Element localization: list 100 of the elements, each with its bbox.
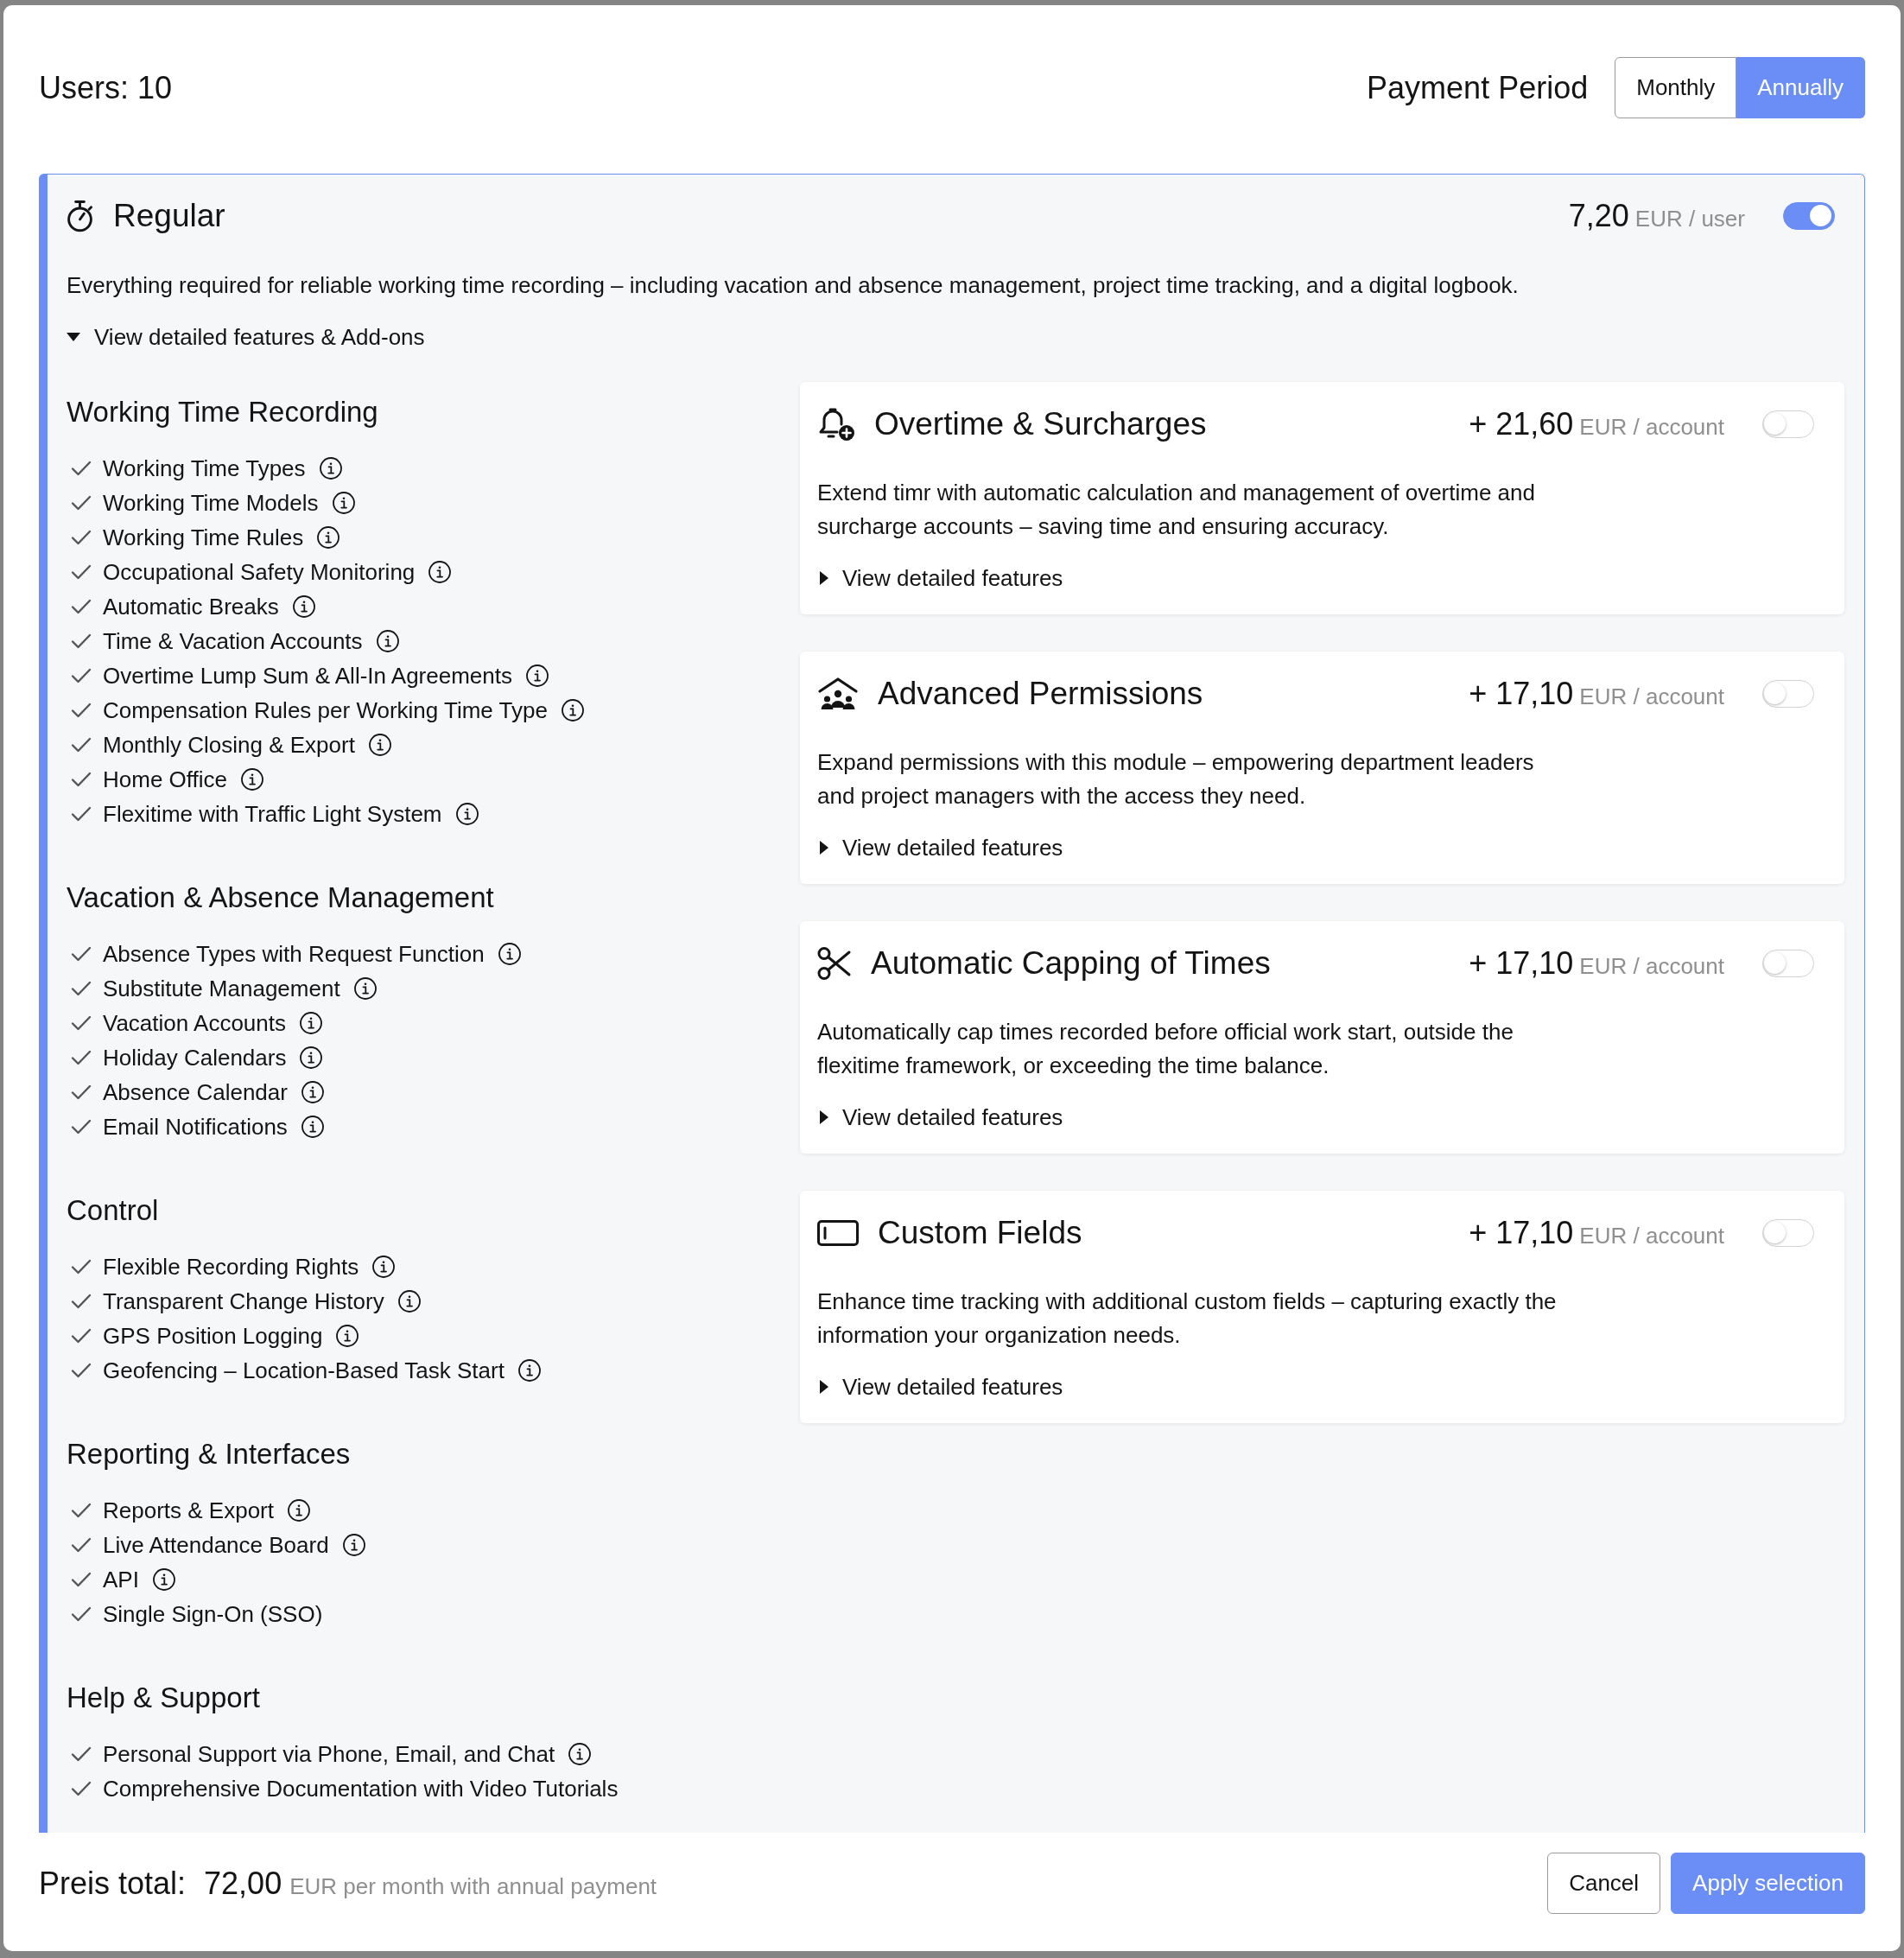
check-icon bbox=[71, 1537, 92, 1553]
info-icon[interactable] bbox=[517, 1359, 541, 1382]
check-icon bbox=[71, 530, 92, 545]
addon-title: Custom Fields bbox=[878, 1214, 1082, 1252]
feature-text: Monthly Closing & Export bbox=[103, 731, 355, 760]
check-icon bbox=[71, 461, 92, 476]
details-link[interactable]: View detailed features bbox=[817, 832, 1063, 863]
feature-text: Occupational Safety Monitoring bbox=[103, 558, 416, 587]
addon-description: Automatically cap times recorded before official work start, outside the flexitime framework, or exceeding the time balance. bbox=[817, 1018, 1514, 1080]
check-icon bbox=[71, 1294, 92, 1309]
feature-text: Flexitime with Traffic Light System bbox=[103, 800, 442, 829]
feature-text: Geofencing – Location-Based Task Start bbox=[103, 1357, 505, 1385]
feature-text: Overtime Lump Sum & All-In Agreements bbox=[103, 662, 512, 690]
info-icon[interactable] bbox=[152, 1568, 175, 1591]
check-icon bbox=[71, 1015, 92, 1031]
info-icon[interactable] bbox=[561, 699, 584, 722]
section-heading: Reporting & Interfaces bbox=[67, 1437, 351, 1472]
check-icon bbox=[71, 1328, 92, 1344]
info-icon[interactable] bbox=[317, 526, 340, 549]
info-icon[interactable] bbox=[300, 1012, 322, 1034]
feature-text: Automatic Breaks bbox=[103, 593, 279, 621]
check-icon bbox=[71, 702, 92, 718]
toggle-switch[interactable] bbox=[1762, 680, 1814, 708]
addon-title: Automatic Capping of Times bbox=[871, 944, 1271, 982]
feature-text: Home Office bbox=[103, 766, 227, 794]
check-icon bbox=[71, 633, 92, 649]
info-icon[interactable] bbox=[372, 1256, 396, 1278]
addon-price: + 17,10 bbox=[1469, 944, 1574, 982]
info-icon[interactable] bbox=[568, 1743, 592, 1765]
info-icon[interactable] bbox=[332, 492, 355, 514]
info-icon[interactable] bbox=[336, 1325, 359, 1347]
feature-text: Substitute Management bbox=[103, 975, 340, 1003]
addon-description: Enhance time tracking with additional custom fields – capturing exactly the information your organization needs. bbox=[817, 1287, 1558, 1350]
stopwatch-icon bbox=[67, 200, 93, 232]
check-icon bbox=[71, 737, 92, 753]
addon-price: + 17,10 bbox=[1469, 1214, 1574, 1252]
info-icon[interactable] bbox=[353, 977, 377, 1000]
feature-text: Absence Types with Request Function bbox=[103, 940, 485, 969]
period-option[interactable]: Monthly bbox=[1615, 57, 1737, 118]
check-icon bbox=[71, 772, 92, 787]
details-link[interactable]: View detailed features bbox=[817, 563, 1063, 594]
feature-text: Working Time Models bbox=[103, 489, 319, 518]
toggle-switch[interactable] bbox=[1762, 1219, 1814, 1247]
feature-text: API bbox=[103, 1566, 139, 1594]
info-icon[interactable] bbox=[342, 1534, 365, 1556]
info-icon[interactable] bbox=[397, 1290, 421, 1313]
info-icon[interactable] bbox=[319, 457, 342, 480]
price-unit: EUR / account bbox=[1579, 1223, 1724, 1249]
addon-title: Overtime & Surcharges bbox=[874, 405, 1207, 443]
details-link[interactable]: View detailed features bbox=[817, 1102, 1063, 1133]
check-icon bbox=[71, 1259, 92, 1275]
info-icon[interactable] bbox=[368, 734, 391, 756]
price-unit: EUR / account bbox=[1579, 683, 1724, 710]
check-icon bbox=[71, 1572, 92, 1587]
total-label: Preis total: bbox=[39, 1866, 187, 1901]
check-icon bbox=[71, 806, 92, 822]
users-count: Users: 10 bbox=[39, 68, 173, 107]
details-link[interactable]: View detailed features bbox=[817, 1371, 1063, 1402]
info-icon[interactable] bbox=[376, 630, 399, 652]
bell-plus-icon bbox=[817, 407, 855, 442]
toggle-switch[interactable] bbox=[1762, 410, 1814, 438]
addon-price: + 21,60 bbox=[1469, 405, 1574, 443]
section-heading: Help & Support bbox=[67, 1681, 260, 1715]
feature-text: Single Sign-On (SSO) bbox=[103, 1600, 323, 1629]
feature-text: Email Notifications bbox=[103, 1113, 288, 1141]
section-heading: Working Time Recording bbox=[67, 395, 378, 429]
addon-description: Expand permissions with this module – empowering department leaders and project managers with the access they need. bbox=[817, 748, 1535, 811]
info-icon[interactable] bbox=[525, 664, 549, 687]
addon-price: + 17,10 bbox=[1469, 675, 1574, 713]
info-icon[interactable] bbox=[300, 1046, 323, 1069]
feature-text: Absence Calendar bbox=[103, 1078, 288, 1107]
feature-text: GPS Position Logging bbox=[103, 1322, 323, 1351]
plan-price: 7,20 bbox=[1568, 197, 1629, 235]
info-icon[interactable] bbox=[241, 768, 263, 791]
feature-text: Time & Vacation Accounts bbox=[103, 627, 363, 656]
plan-title: Regular bbox=[113, 197, 225, 235]
feature-text: Reports & Export bbox=[103, 1497, 274, 1525]
price-unit: EUR / user bbox=[1634, 206, 1745, 232]
price-unit: EUR / account bbox=[1579, 953, 1724, 980]
total-note: EUR per month with annual payment bbox=[289, 1873, 657, 1899]
info-icon[interactable] bbox=[428, 561, 452, 583]
info-icon[interactable] bbox=[498, 943, 521, 965]
info-icon[interactable] bbox=[301, 1081, 324, 1103]
info-icon[interactable] bbox=[455, 803, 479, 825]
info-icon[interactable] bbox=[292, 595, 315, 618]
toggle-switch[interactable] bbox=[1783, 202, 1835, 230]
feature-text: Compensation Rules per Working Time Type bbox=[103, 696, 548, 725]
info-icon[interactable] bbox=[301, 1116, 324, 1138]
toggle-switch[interactable] bbox=[1762, 950, 1814, 977]
check-icon bbox=[71, 1503, 92, 1518]
details-link[interactable]: View detailed features & Add-ons bbox=[67, 321, 425, 353]
feature-text: Holiday Calendars bbox=[103, 1044, 287, 1072]
feature-text: Live Attendance Board bbox=[103, 1531, 329, 1560]
check-icon bbox=[71, 1084, 92, 1100]
plan-description: Everything required for reliable working time recording – including vacation and absence management, project time tracking, and a digital logbook. bbox=[67, 271, 1520, 300]
scissors-icon bbox=[817, 946, 852, 981]
cancel-button[interactable]: Cancel bbox=[1547, 1853, 1661, 1914]
check-icon bbox=[71, 946, 92, 962]
check-icon bbox=[71, 599, 92, 614]
info-icon[interactable] bbox=[288, 1499, 310, 1522]
